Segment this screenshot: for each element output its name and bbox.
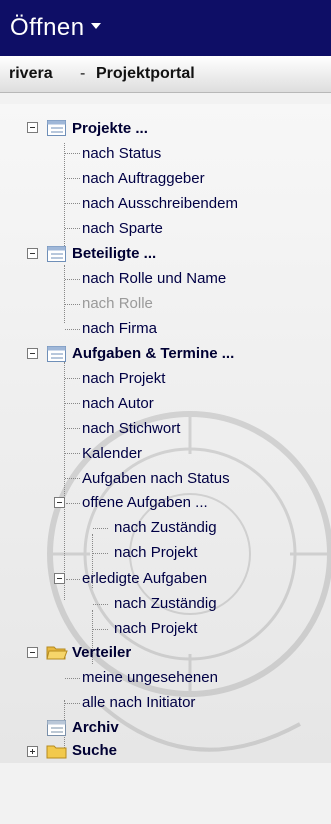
tree-branch <box>93 553 108 554</box>
tree-branch <box>65 403 80 404</box>
tree-item-aufgaben-status[interactable]: Aufgaben nach Status <box>82 466 230 491</box>
tree-branch <box>93 604 108 605</box>
tree-branch <box>93 528 108 529</box>
collapse-toggle-erledigte-aufgaben[interactable] <box>54 573 65 584</box>
navigation-tree: Projekte ... nach Status nach Auftraggeb… <box>0 104 331 763</box>
folder-open-icon <box>46 646 68 660</box>
collapse-toggle-projekte[interactable] <box>27 122 38 133</box>
tree-branch <box>65 453 80 454</box>
tree-node-projekte[interactable]: Projekte ... <box>72 116 148 141</box>
tree-item-projekte-sparte[interactable]: nach Sparte <box>82 216 163 241</box>
tree-branch <box>93 629 108 630</box>
tree-item-erledigte-projekt[interactable]: nach Projekt <box>114 616 197 641</box>
tree-branch <box>65 304 80 305</box>
open-menu-label: Öffnen <box>10 14 85 41</box>
dropdown-caret-icon <box>90 22 101 29</box>
collapse-toggle-verteiler[interactable] <box>27 647 38 658</box>
view-list-icon <box>47 120 66 136</box>
tree-node-archiv[interactable]: Archiv <box>72 715 119 740</box>
tree-branch <box>65 228 80 229</box>
tree-item-aufgaben-autor[interactable]: nach Autor <box>82 391 154 416</box>
tree-item-offene-zustaendig[interactable]: nach Zuständig <box>114 515 217 540</box>
tree-branch <box>65 203 80 204</box>
tree-branch <box>65 178 80 179</box>
app-header: Öffnen <box>0 0 331 56</box>
tree-node-offene-aufgaben[interactable]: offene Aufgaben ... <box>82 490 208 515</box>
tree-branch <box>65 279 80 280</box>
separator: - <box>80 65 86 82</box>
user-name: rivera <box>9 65 53 82</box>
archive-icon <box>47 720 66 736</box>
tree-item-meine-ungesehenen[interactable]: meine ungesehenen <box>82 665 218 690</box>
view-list-icon <box>47 246 66 262</box>
tree-connector <box>64 143 65 254</box>
collapse-toggle-offene-aufgaben[interactable] <box>54 497 65 508</box>
tree-item-aufgaben-stichwort[interactable]: nach Stichwort <box>82 416 180 441</box>
collapse-toggle-beteiligte[interactable] <box>27 248 38 259</box>
tree-branch <box>66 579 80 580</box>
tree-node-erledigte-aufgaben[interactable]: erledigte Aufgaben <box>82 566 207 591</box>
expand-toggle-suche[interactable] <box>27 746 38 757</box>
tree-item-kalender[interactable]: Kalender <box>82 441 142 466</box>
tree-branch <box>65 478 80 479</box>
tree-item-offene-projekt[interactable]: nach Projekt <box>114 540 197 565</box>
tree-node-beteiligte[interactable]: Beteiligte ... <box>72 241 156 266</box>
tree-branch <box>65 378 80 379</box>
tree-item-beteiligte-rolle-name[interactable]: nach Rolle und Name <box>82 266 226 291</box>
tree-node-suche[interactable]: Suche <box>72 738 117 763</box>
portal-bar: rivera - Projektportal <box>0 56 331 93</box>
portal-name: Projektportal <box>96 65 195 82</box>
tree-item-projekte-auftraggeber[interactable]: nach Auftraggeber <box>82 166 205 191</box>
tree-item-beteiligte-rolle: nach Rolle <box>82 295 153 312</box>
tree-branch <box>65 428 80 429</box>
view-list-icon <box>47 346 66 362</box>
tree-branch <box>65 703 80 704</box>
collapse-toggle-aufgaben[interactable] <box>27 348 38 359</box>
tree-branch <box>65 329 80 330</box>
tree-connector <box>64 265 65 323</box>
tree-branch <box>65 678 80 679</box>
tree-item-alle-nach-initiator[interactable]: alle nach Initiator <box>82 690 195 715</box>
tree-node-aufgaben-termine[interactable]: Aufgaben & Termine ... <box>72 341 234 366</box>
tree-item-projekte-ausschreibendem[interactable]: nach Ausschreibendem <box>82 191 238 216</box>
tree-connector <box>64 362 65 600</box>
folder-icon <box>46 745 67 759</box>
tree-item-beteiligte-firma[interactable]: nach Firma <box>82 316 157 341</box>
tree-item-aufgaben-projekt[interactable]: nach Projekt <box>82 366 165 391</box>
open-menu-button[interactable]: Öffnen <box>10 14 101 42</box>
tree-item-projekte-status[interactable]: nach Status <box>82 141 161 166</box>
tree-node-verteiler[interactable]: Verteiler <box>72 640 131 665</box>
tree-branch <box>65 153 80 154</box>
tree-branch <box>66 503 80 504</box>
tree-item-erledigte-zustaendig[interactable]: nach Zuständig <box>114 591 217 616</box>
